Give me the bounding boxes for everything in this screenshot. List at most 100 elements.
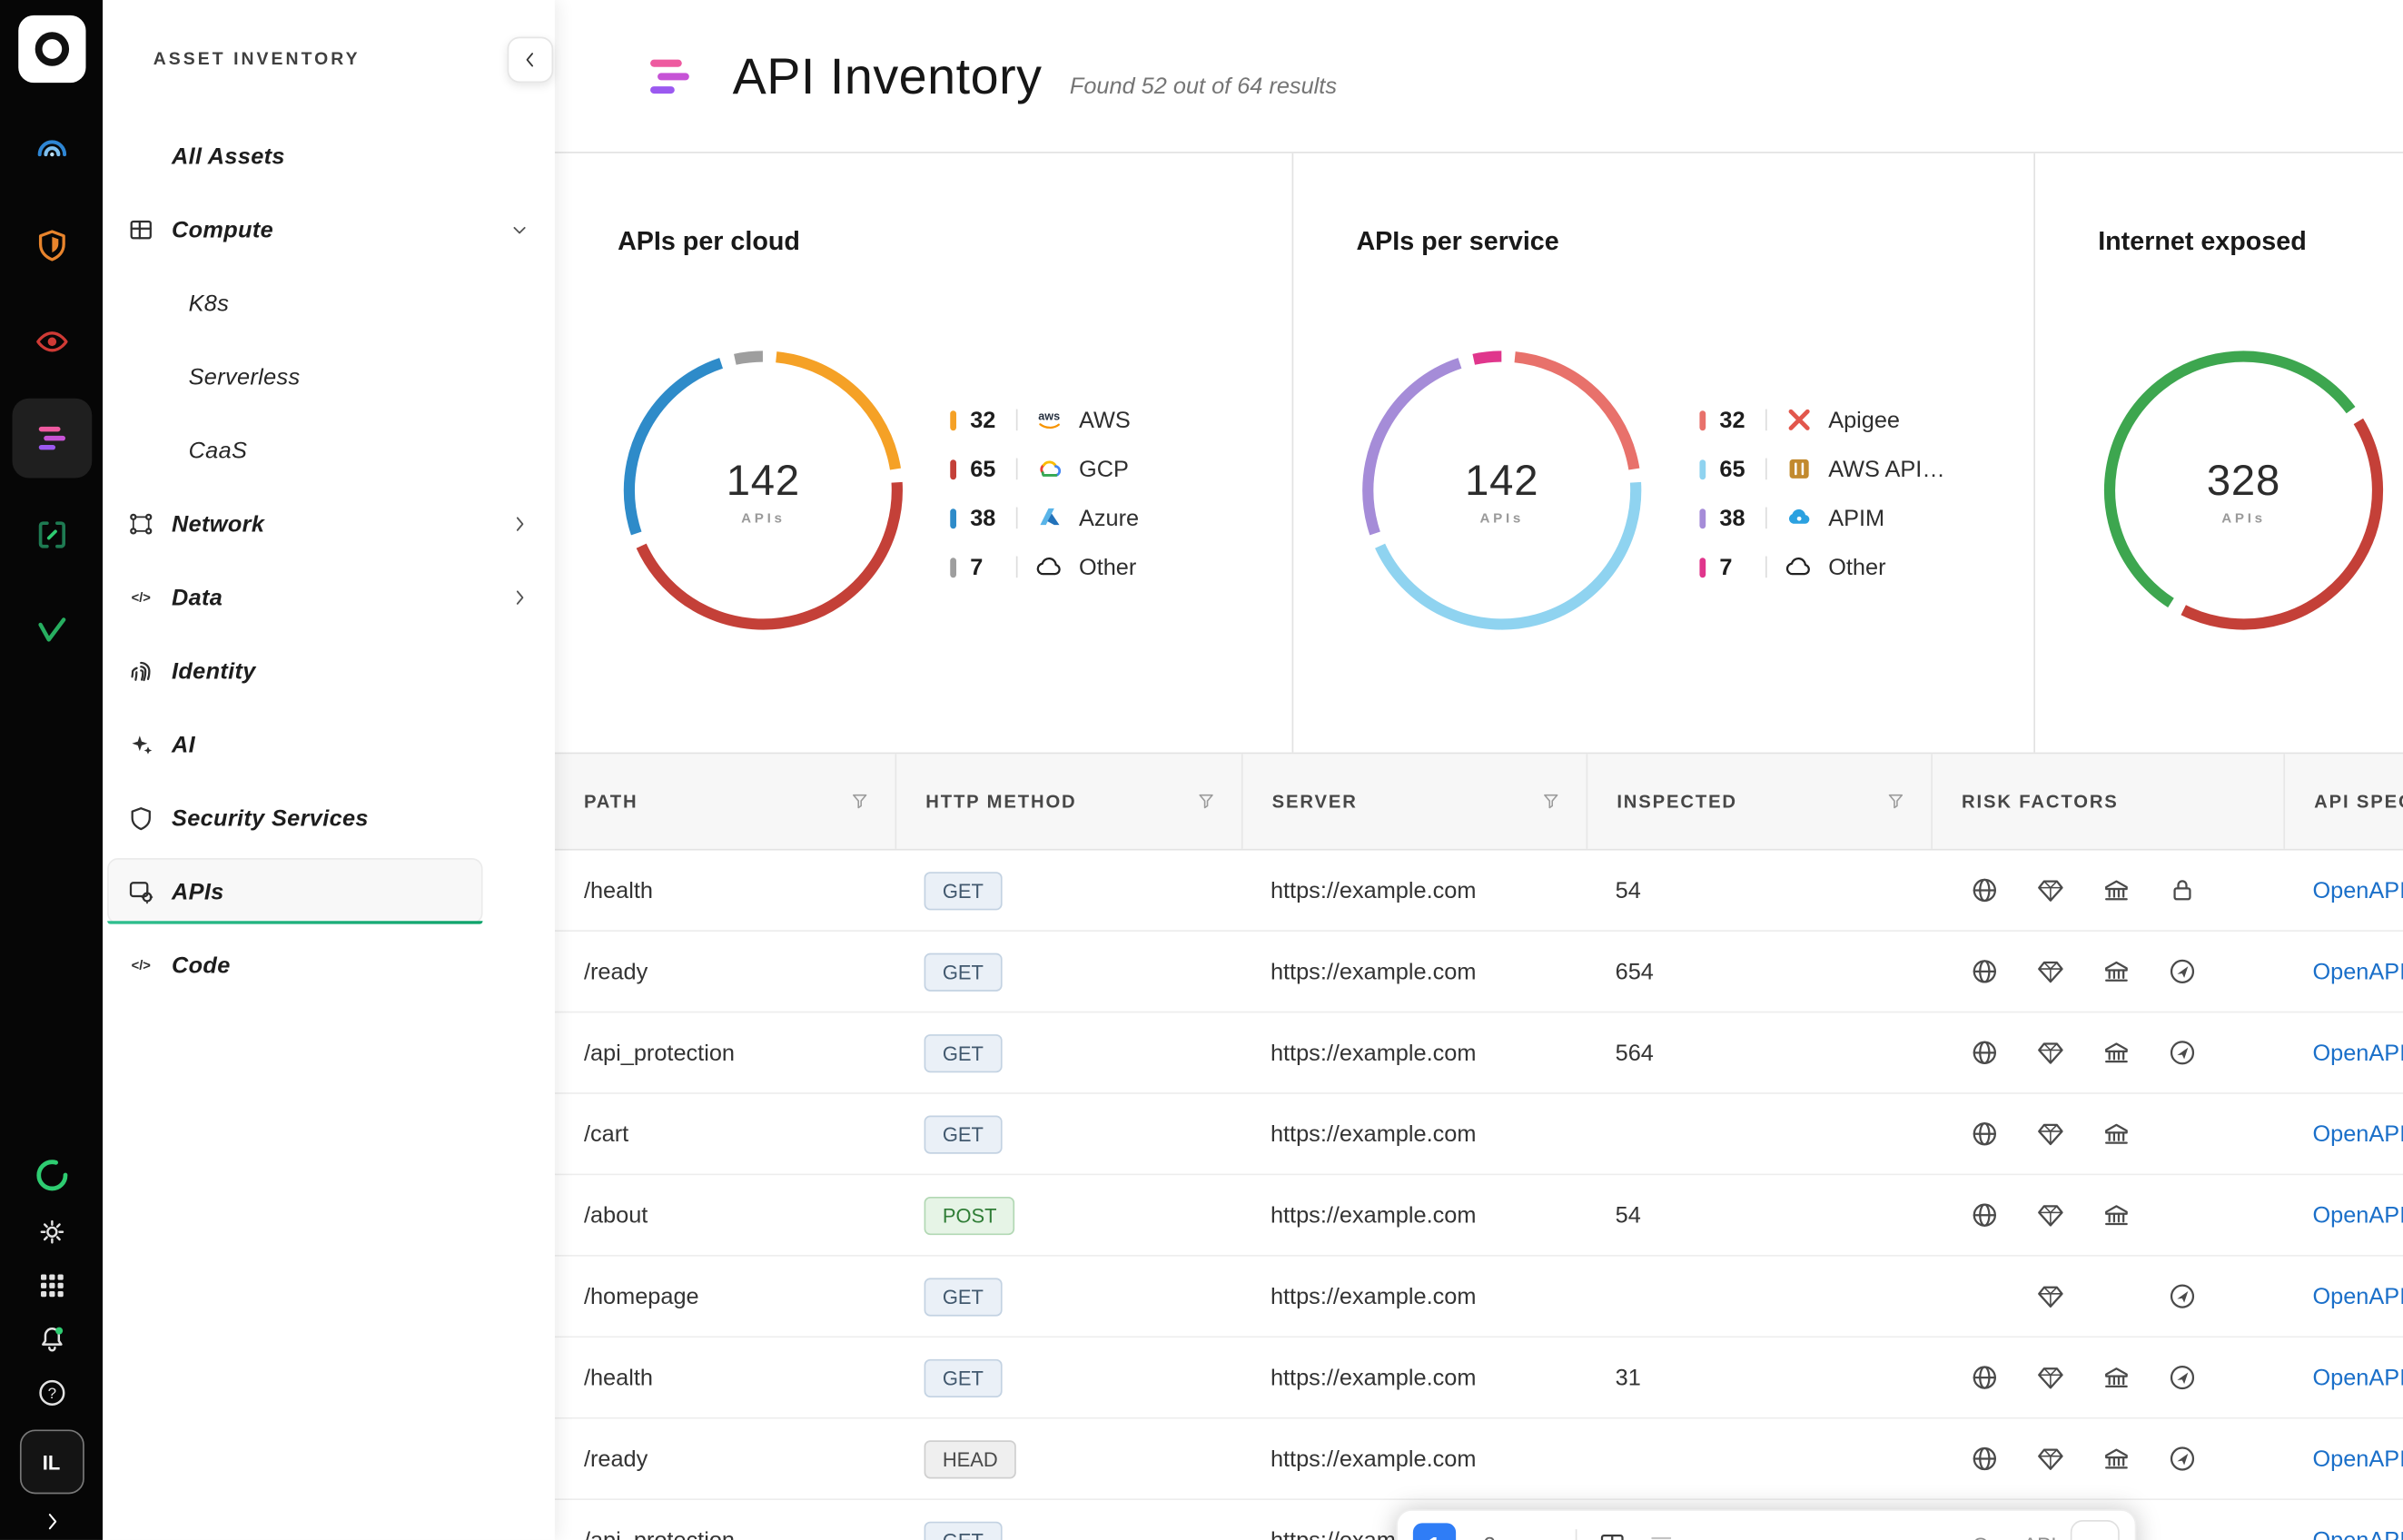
column-header-inspected[interactable]: INSPECTED: [1587, 754, 1932, 849]
column-header-http-method[interactable]: HTTP METHOD: [895, 754, 1241, 849]
app-root: ? IL ASSET INVENTORY All AssetsComputeK8…: [0, 0, 2403, 1540]
risk-slot: [2167, 875, 2233, 906]
table-row[interactable]: /readyHEADhttps://example.comOpenAPI: [555, 1419, 2403, 1500]
table-row[interactable]: /readyGEThttps://example.com654OpenAPI: [555, 932, 2403, 1012]
table-row[interactable]: /healthGEThttps://example.com54OpenAPI: [555, 851, 2403, 932]
legend-divider: [1016, 410, 1018, 431]
page-button--[interactable]: …: [1516, 1533, 1556, 1540]
donut-center: 142 APIs: [1356, 345, 1647, 637]
risk-slot: [2101, 1037, 2168, 1068]
table-body: /healthGEThttps://example.com54OpenAPI/r…: [555, 851, 2403, 1540]
cloud-icon: [1034, 552, 1065, 583]
sidebar-item-network[interactable]: Network: [103, 488, 555, 561]
column-header-risk-factors[interactable]: RISK FACTORS: [1931, 754, 2283, 849]
table-row[interactable]: /aboutPOSThttps://example.com54OpenAPI: [555, 1175, 2403, 1256]
user-avatar[interactable]: IL: [19, 1429, 84, 1494]
globe-icon: [1969, 1444, 2000, 1475]
rail-item-discovery[interactable]: [12, 109, 92, 189]
risk-slot: [2167, 1199, 2233, 1230]
sidebar-item-compute[interactable]: Compute: [103, 193, 555, 267]
api-spec-link[interactable]: OpenAPI: [2312, 1365, 2403, 1391]
column-header-api-spec[interactable]: API SPEC: [2283, 754, 2403, 849]
legend-item-other: 7Other: [950, 542, 1139, 591]
sidebar-item-serverless[interactable]: Serverless: [103, 341, 555, 414]
bank-icon: [2101, 875, 2132, 906]
table-row[interactable]: /cartGEThttps://example.comOpenAPI: [555, 1094, 2403, 1175]
rail-item-shield[interactable]: [12, 205, 92, 285]
left-rail: ? IL: [0, 0, 103, 1540]
table-row[interactable]: /healthGEThttps://example.com31OpenAPI: [555, 1338, 2403, 1418]
column-header-path[interactable]: PATH: [555, 754, 895, 849]
rail-item-pipeline[interactable]: [12, 591, 92, 671]
sidebar-item-code[interactable]: </>Code: [103, 929, 555, 1002]
risk-slot: [2035, 875, 2101, 906]
gem-icon: [2035, 1281, 2066, 1312]
open-api-action[interactable]: OpenAPI: [1973, 1533, 2056, 1540]
brackets-green-icon: [32, 515, 72, 555]
orca-logo-icon: [30, 27, 73, 70]
rail-item-detection[interactable]: [12, 301, 92, 381]
api-spec-link[interactable]: OpenAPI: [2312, 1040, 2403, 1066]
funnel-icon[interactable]: [849, 791, 871, 813]
cell-path: /api_protection: [555, 1527, 895, 1540]
column-label: SERVER: [1272, 791, 1358, 813]
api-spec-link[interactable]: OpenAPI: [2312, 1120, 2403, 1147]
cell-path: /about: [555, 1202, 895, 1229]
page-button-1[interactable]: 1: [1413, 1523, 1456, 1540]
scroll-top-button[interactable]: [2071, 1520, 2120, 1540]
globe-icon: [1969, 956, 2000, 987]
sidebar-item-security-services[interactable]: Security Services: [103, 782, 555, 855]
cell-path: /health: [555, 1365, 895, 1391]
expand-rail-button[interactable]: [37, 1508, 64, 1535]
api-spec-link[interactable]: OpenAPI: [2312, 1283, 2403, 1309]
cell-risk-factors: [1931, 1362, 2283, 1393]
sidebar-item-all-assets[interactable]: All Assets: [103, 120, 555, 193]
sidebar-item-label: AI: [172, 732, 195, 758]
cell-path: /health: [555, 877, 895, 903]
sidebar-item-ai[interactable]: AI: [103, 708, 555, 782]
sidebar-item-k8s[interactable]: K8s: [103, 267, 555, 341]
rail-item-api-inventory[interactable]: [12, 399, 92, 479]
notifications[interactable]: [35, 1322, 68, 1356]
risk-slot: [2167, 956, 2233, 987]
table-row[interactable]: /homepageGEThttps://example.comOpenAPI: [555, 1257, 2403, 1338]
legend-marker: [1699, 410, 1706, 429]
funnel-icon[interactable]: [1195, 791, 1217, 813]
rail-item-console[interactable]: [12, 495, 92, 575]
collapse-sidebar-button[interactable]: [508, 37, 554, 84]
cell-path: /ready: [555, 959, 895, 985]
sidebar-item-apis[interactable]: APIs: [103, 855, 555, 929]
funnel-icon[interactable]: [1540, 791, 1562, 813]
cell-server: https://example.com: [1241, 1120, 1587, 1147]
apps-grid[interactable]: [35, 1269, 68, 1302]
api-spec-link[interactable]: OpenAPI: [2312, 959, 2403, 985]
azure-icon: [1034, 503, 1065, 534]
sidebar-item-identity[interactable]: Identity: [103, 635, 555, 708]
cell-api-spec: OpenAPI: [2283, 1527, 2403, 1540]
funnel-icon[interactable]: [1885, 791, 1907, 813]
risk-slot: [2035, 1119, 2101, 1150]
brand-ring[interactable]: [32, 1155, 72, 1195]
api-spec-link[interactable]: OpenAPI: [2312, 1446, 2403, 1472]
column-header-server[interactable]: SERVER: [1241, 754, 1587, 849]
eye-red-icon: [32, 321, 72, 361]
list-view-icon[interactable]: [1646, 1529, 1676, 1540]
api-spec-link[interactable]: OpenAPI: [2312, 877, 2403, 903]
settings[interactable]: [35, 1215, 68, 1249]
chevron-up-icon: [2082, 1533, 2107, 1540]
cell-http-method: GET: [895, 1278, 1241, 1316]
api-spec-link[interactable]: OpenAPI: [2312, 1202, 2403, 1229]
orca-logo[interactable]: [17, 15, 84, 83]
sidebar-item-data[interactable]: </>Data: [103, 561, 555, 635]
sidebar-item-caas[interactable]: CaaS: [103, 414, 555, 488]
bell-icon: [35, 1322, 68, 1356]
cell-risk-factors: [1931, 875, 2283, 906]
table-row[interactable]: /api_protectionGEThttps://example.com564…: [555, 1012, 2403, 1093]
donut-unit: APIs: [1479, 509, 1524, 525]
table-view-icon[interactable]: [1597, 1529, 1627, 1540]
sidebar-item-label: Security Services: [172, 805, 369, 832]
help[interactable]: ?: [35, 1376, 68, 1409]
page-button-2[interactable]: 2: [1469, 1533, 1509, 1540]
sidebar-item-label: Serverless: [189, 364, 301, 390]
api-spec-link[interactable]: OpenAPI: [2312, 1527, 2403, 1540]
